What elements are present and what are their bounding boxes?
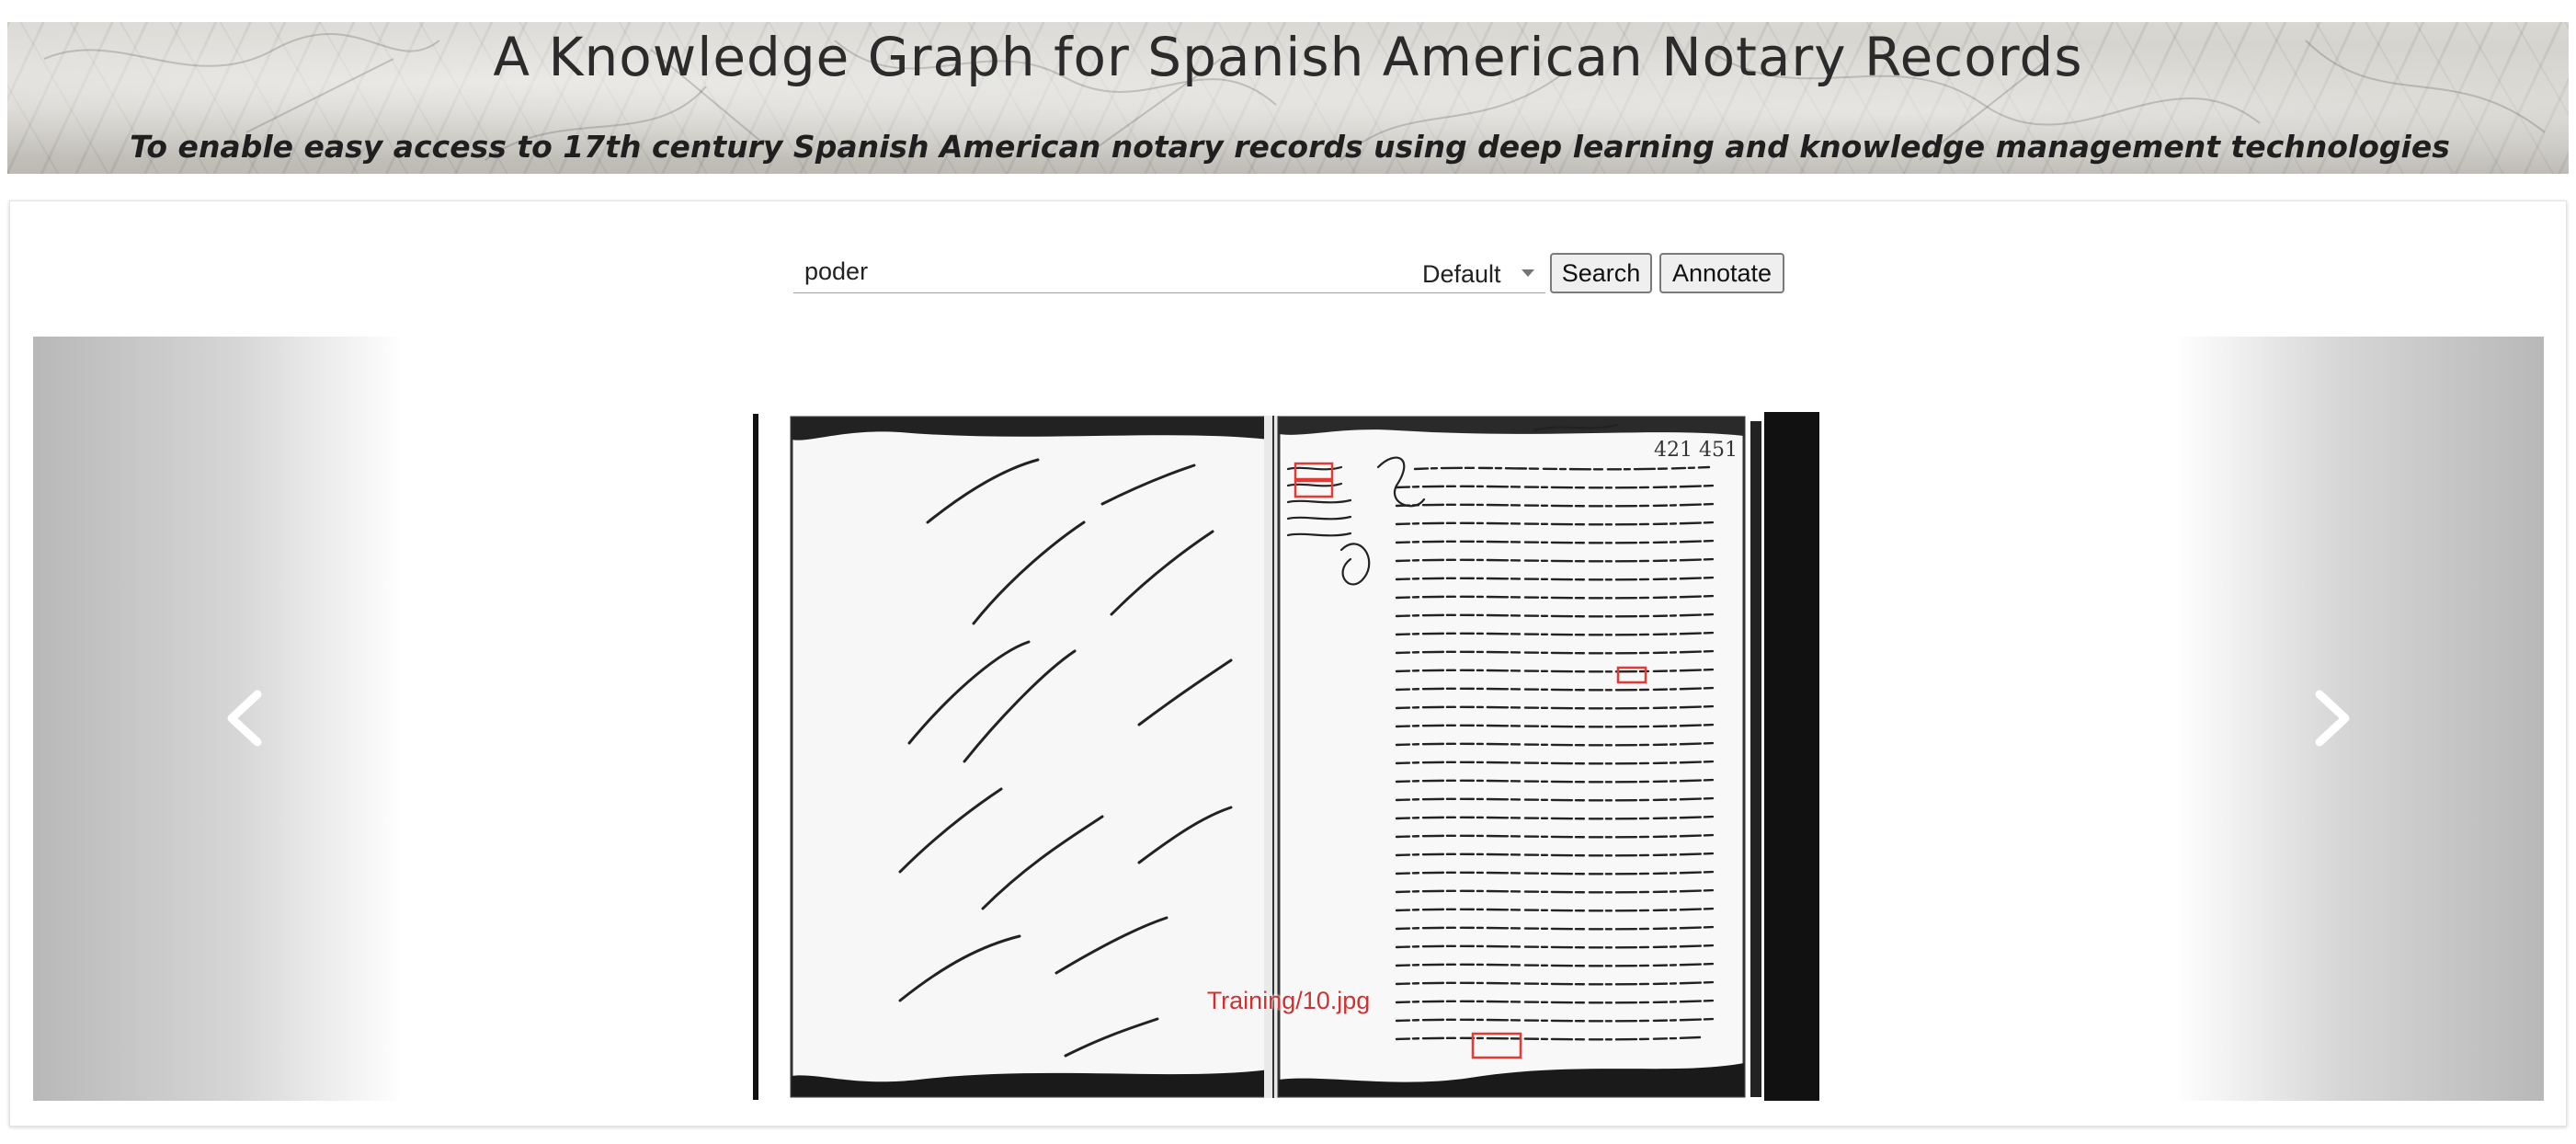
chevron-left-icon[interactable] [217,681,272,755]
caret-down-icon [1522,269,1534,277]
chevron-right-icon[interactable] [2305,681,2360,755]
image-carousel: 421 451 Training/10.jpg [33,337,2544,1101]
main-panel: Default Search Annotate [9,200,2567,1127]
svg-text:421 451: 421 451 [1654,439,1738,462]
site-subtitle: To enable easy access to 17th century Sp… [130,129,2450,165]
search-mode-value: Default [1422,260,1501,288]
search-mode-select[interactable]: Default [1411,251,1545,293]
site-title: A Knowledge Graph for Spanish American N… [493,26,2083,88]
search-bar: Default Search Annotate [10,251,2566,297]
search-input[interactable] [793,251,1411,293]
header-banner: A Knowledge Graph for Spanish American N… [7,22,2569,174]
image-caption: Training/10.jpg [1206,987,1371,1014]
search-button[interactable]: Search [1550,253,1652,293]
annotate-button[interactable]: Annotate [1659,253,1784,293]
